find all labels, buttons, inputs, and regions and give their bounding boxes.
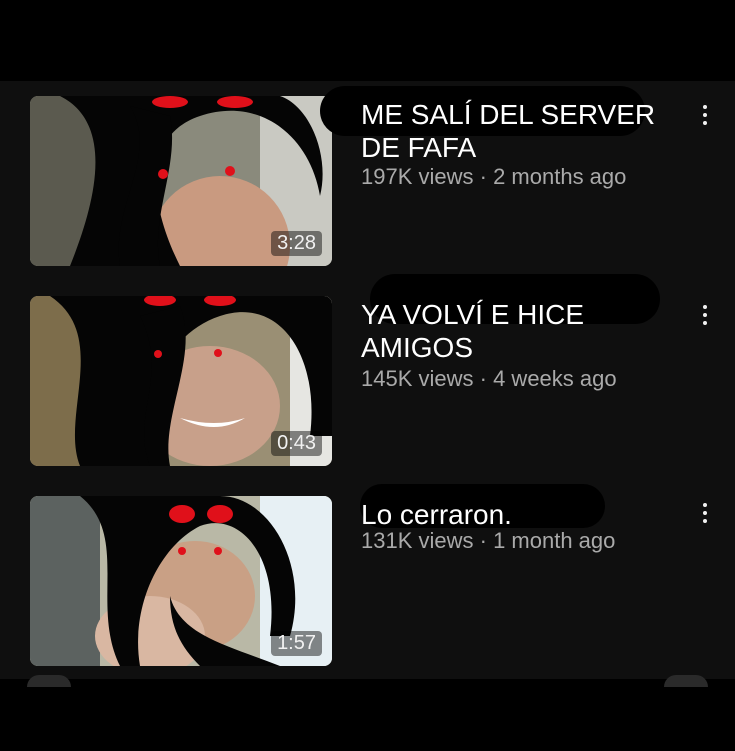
bottom-left-control[interactable] (27, 675, 71, 687)
meta-separator: · (473, 528, 494, 553)
video-duration: 1:57 (271, 631, 322, 656)
bottom-right-control[interactable] (664, 675, 708, 687)
more-vert-icon[interactable] (690, 498, 720, 528)
bottom-bar (0, 679, 735, 751)
video-meta: 145K views · 4 weeks ago (361, 366, 617, 392)
more-vert-icon[interactable] (690, 300, 720, 330)
video-thumbnail-3[interactable]: 1:57 (30, 496, 332, 666)
video-duration: 3:28 (271, 231, 322, 256)
meta-separator: · (473, 164, 494, 189)
video-duration: 0:43 (271, 431, 322, 456)
upload-age: 4 weeks ago (493, 366, 617, 391)
meta-separator: · (473, 366, 494, 391)
video-meta: 131K views · 1 month ago (361, 528, 615, 554)
more-vert-icon[interactable] (690, 100, 720, 130)
video-title[interactable]: ME SALÍ DEL SERVER DE FAFA (361, 98, 661, 164)
video-title[interactable]: Lo cerraron. (361, 498, 661, 531)
view-count: 197K views (361, 164, 474, 189)
video-thumbnail-1[interactable]: 3:28 (30, 96, 332, 266)
upload-age: 1 month ago (493, 528, 616, 553)
view-count: 131K views (361, 528, 474, 553)
view-count: 145K views (361, 366, 474, 391)
video-thumbnail-2[interactable]: 0:43 (30, 296, 332, 466)
video-title[interactable]: YA VOLVÍ E HICE AMIGOS (361, 298, 661, 364)
video-meta: 197K views · 2 months ago (361, 164, 626, 190)
upload-age: 2 months ago (493, 164, 627, 189)
